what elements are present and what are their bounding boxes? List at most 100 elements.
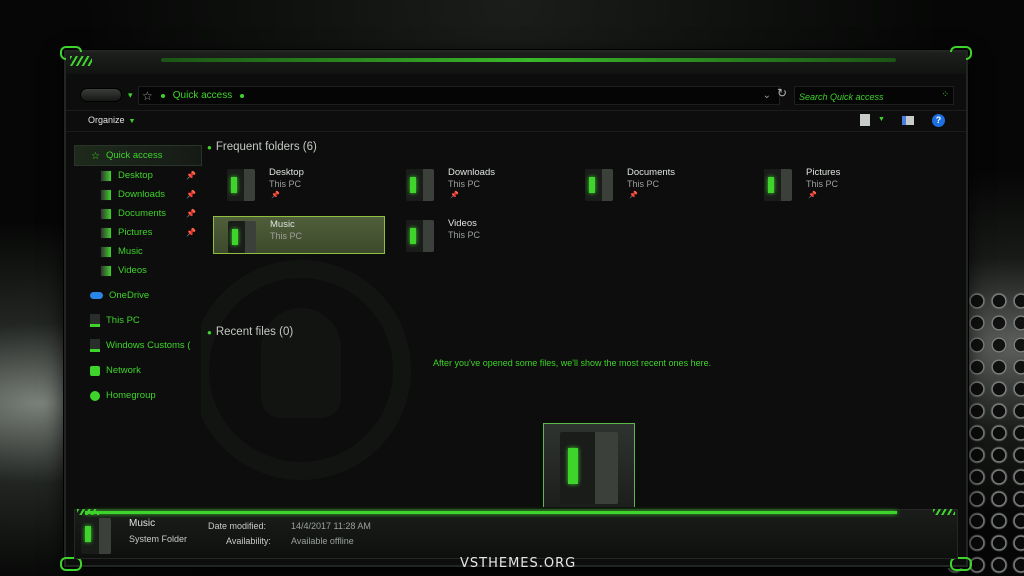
pin-icon[interactable]: 📌 (186, 171, 196, 180)
caret-down-icon: ▼ (128, 118, 136, 125)
preview-pane-icon[interactable] (902, 116, 914, 125)
computer-icon (90, 314, 100, 327)
view-options-caret-icon[interactable]: ▼ (878, 116, 885, 123)
folder-tile-documents[interactable]: Documents This PC 📌 (571, 165, 743, 203)
folder-location: This PC (448, 179, 481, 189)
drag-preview-folder[interactable] (543, 423, 635, 507)
folder-icon (100, 188, 112, 201)
sidebar-item-quick-access[interactable]: ☆ Quick access (74, 145, 202, 166)
sidebar-item-label: Desktop (118, 170, 153, 181)
pin-icon[interactable]: 📌 (186, 190, 196, 199)
pin-icon[interactable]: 📌 (186, 209, 196, 218)
folder-icon (81, 518, 111, 554)
folder-icon (227, 169, 255, 201)
details-pane: Music System Folder Date modified: 14/4/… (74, 509, 958, 559)
pin-icon[interactable]: 📌 (186, 228, 196, 237)
folder-name: Desktop (269, 167, 304, 178)
folder-icon (100, 264, 112, 277)
folder-location: This PC (269, 179, 302, 189)
network-icon (90, 365, 100, 376)
sidebar-item-onedrive[interactable]: OneDrive (74, 286, 202, 305)
sidebar-item-network[interactable]: Network (74, 361, 202, 380)
separator-dot[interactable] (240, 93, 245, 98)
separator-dot (160, 93, 165, 98)
address-bar[interactable]: ☆ Quick access ⌄ (138, 86, 780, 105)
sidebar-item-label: Homegroup (106, 390, 156, 401)
sidebar-item-homegroup[interactable]: Homegroup (74, 386, 202, 405)
breadcrumb-quick-access[interactable]: Quick access (173, 90, 232, 101)
folder-icon (585, 169, 613, 201)
folder-tile-downloads[interactable]: Downloads This PC 📌 (392, 165, 564, 203)
refresh-icon[interactable]: ↻ (777, 86, 787, 100)
date-modified-label: Date modified: (208, 521, 267, 531)
sidebar-item-windows-customs[interactable]: Windows Customs ( (74, 336, 202, 355)
title-glow-bar (161, 58, 896, 62)
folder-icon (764, 169, 792, 201)
sidebar-item-label: Documents (118, 208, 167, 219)
folder-location: This PC (806, 179, 839, 189)
details-type: System Folder (129, 534, 188, 544)
sidebar-item-music[interactable]: Music (74, 242, 202, 261)
recent-locations-dropdown-icon[interactable]: ▾ (128, 90, 133, 101)
folder-icon (560, 432, 618, 504)
navigation-bar: ▾ ☆ Quick access ⌄ ↻ ⁘ (66, 82, 966, 108)
folder-icon (228, 221, 256, 253)
corner-accent (60, 557, 82, 571)
sidebar-item-label: Windows Customs ( (106, 340, 191, 351)
sidebar-item-label: Downloads (118, 189, 165, 200)
star-icon: ☆ (142, 88, 153, 103)
sidebar-item-label: Quick access (105, 150, 163, 161)
folder-tile-pictures[interactable]: Pictures This PC 📌 (750, 165, 922, 203)
command-bar: Organize ▼ ▼ ? (66, 110, 966, 132)
pin-icon: 📌 (808, 192, 817, 199)
details-stripes (77, 509, 99, 515)
folder-location: This PC (448, 230, 481, 240)
explorer-window: ▾ ☆ Quick access ⌄ ↻ ⁘ Organize▼ ▼ ? ☆ Q… (60, 46, 972, 571)
folder-tile-music[interactable]: Music This PC (213, 216, 385, 254)
recent-files-empty-message: After you've opened some files, we'll sh… (433, 358, 712, 368)
sidebar-item-this-pc[interactable]: This PC (74, 311, 202, 330)
title-bar[interactable] (66, 52, 966, 74)
pin-icon: 📌 (450, 192, 459, 199)
sidebar-item-label: OneDrive (109, 290, 150, 301)
sidebar-item-label: Music (118, 246, 143, 257)
folder-name: Downloads (448, 167, 495, 178)
sidebar-item-downloads[interactable]: Downloads 📌 (74, 185, 202, 204)
search-icon[interactable]: ⁘ (941, 89, 949, 100)
folder-tile-desktop[interactable]: Desktop This PC 📌 (213, 165, 385, 203)
search-input[interactable] (795, 88, 941, 106)
availability-label: Availability: (226, 536, 271, 546)
frequent-folders-header[interactable]: ● Frequent folders (6) (207, 141, 317, 153)
sidebar-item-pictures[interactable]: Pictures 📌 (74, 223, 202, 242)
frequent-folders-title: Frequent folders (6) (215, 141, 317, 153)
date-modified-value: 14/4/2017 11:28 AM (291, 521, 371, 531)
recent-files-header[interactable]: ● Recent files (0) (207, 326, 293, 338)
bullet-icon: ● (207, 328, 212, 337)
content-pane: ● Frequent folders (6) Desktop This PC 📌 … (201, 132, 966, 507)
navigation-pane: ☆ Quick access Desktop 📌 Downloads 📌 Doc… (74, 145, 202, 405)
folder-tile-videos[interactable]: Videos This PC (392, 216, 564, 254)
folder-location: This PC (627, 179, 660, 189)
recent-files-title: Recent files (0) (215, 326, 294, 338)
folder-name: Documents (627, 167, 676, 178)
folder-location: This PC (270, 231, 303, 241)
search-box[interactable]: ⁘ (794, 86, 954, 106)
folder-icon (406, 169, 434, 201)
organize-button[interactable]: Organize ▼ (88, 115, 135, 125)
sidebar-item-desktop[interactable]: Desktop 📌 (74, 166, 202, 185)
folder-icon (406, 220, 434, 252)
sidebar-item-videos[interactable]: Videos (74, 261, 202, 280)
folder-name: Music (270, 219, 295, 230)
folder-icon (100, 169, 112, 182)
back-forward-button[interactable] (80, 88, 122, 102)
chevron-down-icon[interactable]: ⌄ (763, 90, 771, 101)
watermark: VSTHEMES.ORG (460, 556, 577, 571)
sidebar-item-documents[interactable]: Documents 📌 (74, 204, 202, 223)
help-icon[interactable]: ? (932, 114, 945, 127)
cloud-icon (90, 292, 103, 299)
folder-icon (100, 226, 112, 239)
change-view-icon[interactable] (860, 114, 870, 126)
details-stripes (933, 509, 955, 515)
availability-value: Available offline (291, 536, 354, 546)
homegroup-icon (90, 390, 100, 401)
